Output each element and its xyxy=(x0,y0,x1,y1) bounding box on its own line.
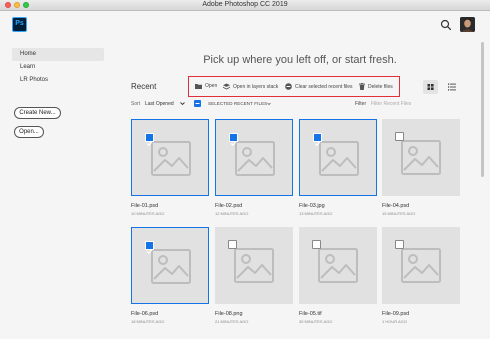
delete-action-label: Delete files xyxy=(368,83,393,90)
file-thumbnail[interactable] xyxy=(215,227,293,304)
file-time: 30 MINUTES AGO xyxy=(299,319,333,324)
image-placeholder-icon xyxy=(318,248,358,283)
title-bar: Adobe Photoshop CC 2019 xyxy=(0,0,490,11)
file-time: 21 MINUTES AGO xyxy=(215,319,249,324)
scrollbar[interactable] xyxy=(481,42,485,322)
file-name[interactable]: File-03.jpg xyxy=(299,203,325,209)
sidebar-item-learn[interactable]: Learn xyxy=(12,61,104,74)
chevron-down-icon[interactable] xyxy=(179,100,186,107)
checkmark-icon xyxy=(146,141,153,146)
open-layers-action-label: Open in layers stack xyxy=(233,83,279,90)
file-select-checkbox[interactable] xyxy=(395,132,404,141)
file-name[interactable]: File-06.psd xyxy=(131,311,158,317)
sidebar-item-lr-photos[interactable]: LR Photos xyxy=(12,74,104,87)
file-name[interactable]: File-04.psd xyxy=(382,203,409,209)
file-name[interactable]: File-08.png xyxy=(215,311,243,317)
file-name[interactable]: File-01.psd xyxy=(131,203,158,209)
file-time: 15 MINUTES AGO xyxy=(382,211,416,216)
image-placeholder-icon xyxy=(401,140,441,175)
open-action-label: Open xyxy=(205,83,218,89)
file-name[interactable]: File-09.psd xyxy=(382,311,409,317)
delete-files-action[interactable]: Delete files xyxy=(359,83,393,90)
file-select-checkbox[interactable] xyxy=(229,133,238,146)
image-placeholder-icon xyxy=(151,141,191,176)
file-thumbnail[interactable] xyxy=(299,119,377,196)
file-thumbnail[interactable] xyxy=(131,119,209,196)
sort-filter-row: Sort Last Opened SELECTED RECENT FILES F… xyxy=(131,100,461,110)
file-thumbnail[interactable] xyxy=(382,119,460,196)
image-placeholder-icon xyxy=(151,249,191,284)
select-all-checkbox[interactable] xyxy=(194,100,201,107)
trash-icon xyxy=(359,83,365,90)
image-placeholder-icon xyxy=(234,248,274,283)
file-time: 18 MINUTES AGO xyxy=(131,319,165,324)
file-thumbnail[interactable] xyxy=(215,119,293,196)
scrollbar-thumb[interactable] xyxy=(481,42,484,177)
file-select-checkbox[interactable] xyxy=(228,240,237,249)
list-view-icon xyxy=(448,83,456,91)
file-select-checkbox[interactable] xyxy=(145,133,154,146)
clear-action-label: Clear selected recent files xyxy=(295,83,353,90)
checkmark-icon xyxy=(314,141,321,146)
file-time: 10 MINUTES AGO xyxy=(131,211,165,216)
create-new-button[interactable]: Create New... xyxy=(14,107,61,119)
layers-icon xyxy=(223,83,230,90)
file-thumbnail[interactable] xyxy=(382,227,460,304)
search-icon[interactable] xyxy=(440,19,452,31)
image-placeholder-icon xyxy=(401,248,441,283)
file-thumbnail[interactable] xyxy=(299,227,377,304)
selected-recent-files-label[interactable]: SELECTED RECENT FILES xyxy=(208,101,267,106)
window-title: Adobe Photoshop CC 2019 xyxy=(202,1,288,8)
image-placeholder-icon xyxy=(319,141,359,176)
image-placeholder-icon xyxy=(235,141,275,176)
recent-section-title: Recent xyxy=(131,82,157,91)
file-select-checkbox[interactable] xyxy=(395,240,404,249)
sidebar-item-home[interactable]: Home xyxy=(12,48,104,61)
checkmark-icon xyxy=(146,249,153,254)
file-name[interactable]: File-05.tif xyxy=(299,311,322,317)
app-header: Ps xyxy=(0,11,490,39)
open-button[interactable]: Open... xyxy=(14,126,44,138)
chevron-down-icon[interactable] xyxy=(266,101,272,107)
file-select-checkbox[interactable] xyxy=(313,133,322,146)
sort-dropdown[interactable]: Last Opened xyxy=(145,101,174,107)
file-thumbnail[interactable] xyxy=(131,227,209,304)
file-name[interactable]: File-02.psd xyxy=(215,203,242,209)
file-select-checkbox[interactable] xyxy=(145,241,154,254)
filter-label: Filter xyxy=(355,101,367,107)
file-select-checkbox[interactable] xyxy=(312,240,321,249)
list-view-button[interactable] xyxy=(446,80,458,94)
user-avatar[interactable] xyxy=(460,17,475,32)
open-files-action[interactable]: Open xyxy=(195,83,217,89)
minus-circle-icon xyxy=(285,83,292,90)
page-headline: Pick up where you left off, or start fre… xyxy=(203,54,397,66)
clear-recent-action[interactable]: Clear selected recent files xyxy=(285,83,353,90)
grid-view-button[interactable] xyxy=(423,80,438,94)
file-time: 1 HOUR AGO xyxy=(382,319,407,324)
selection-toolbar: Open Open in layers stack Clear selected… xyxy=(188,76,400,97)
sort-label: Sort xyxy=(131,101,141,107)
folder-open-icon xyxy=(195,84,202,89)
app-window: Adobe Photoshop CC 2019 Ps Home Learn LR P… xyxy=(0,0,490,339)
sidebar: Home Learn LR Photos xyxy=(12,48,104,87)
file-time: 13 MINUTES AGO xyxy=(299,211,333,216)
photoshop-logo: Ps xyxy=(12,17,27,32)
file-time: 12 MINUTES AGO xyxy=(215,211,249,216)
grid-view-icon xyxy=(427,84,434,90)
minus-icon xyxy=(195,103,200,104)
checkmark-icon xyxy=(230,141,237,146)
open-in-layers-action[interactable]: Open in layers stack xyxy=(223,83,278,90)
filter-input[interactable]: Filter Recent Files xyxy=(371,101,411,107)
